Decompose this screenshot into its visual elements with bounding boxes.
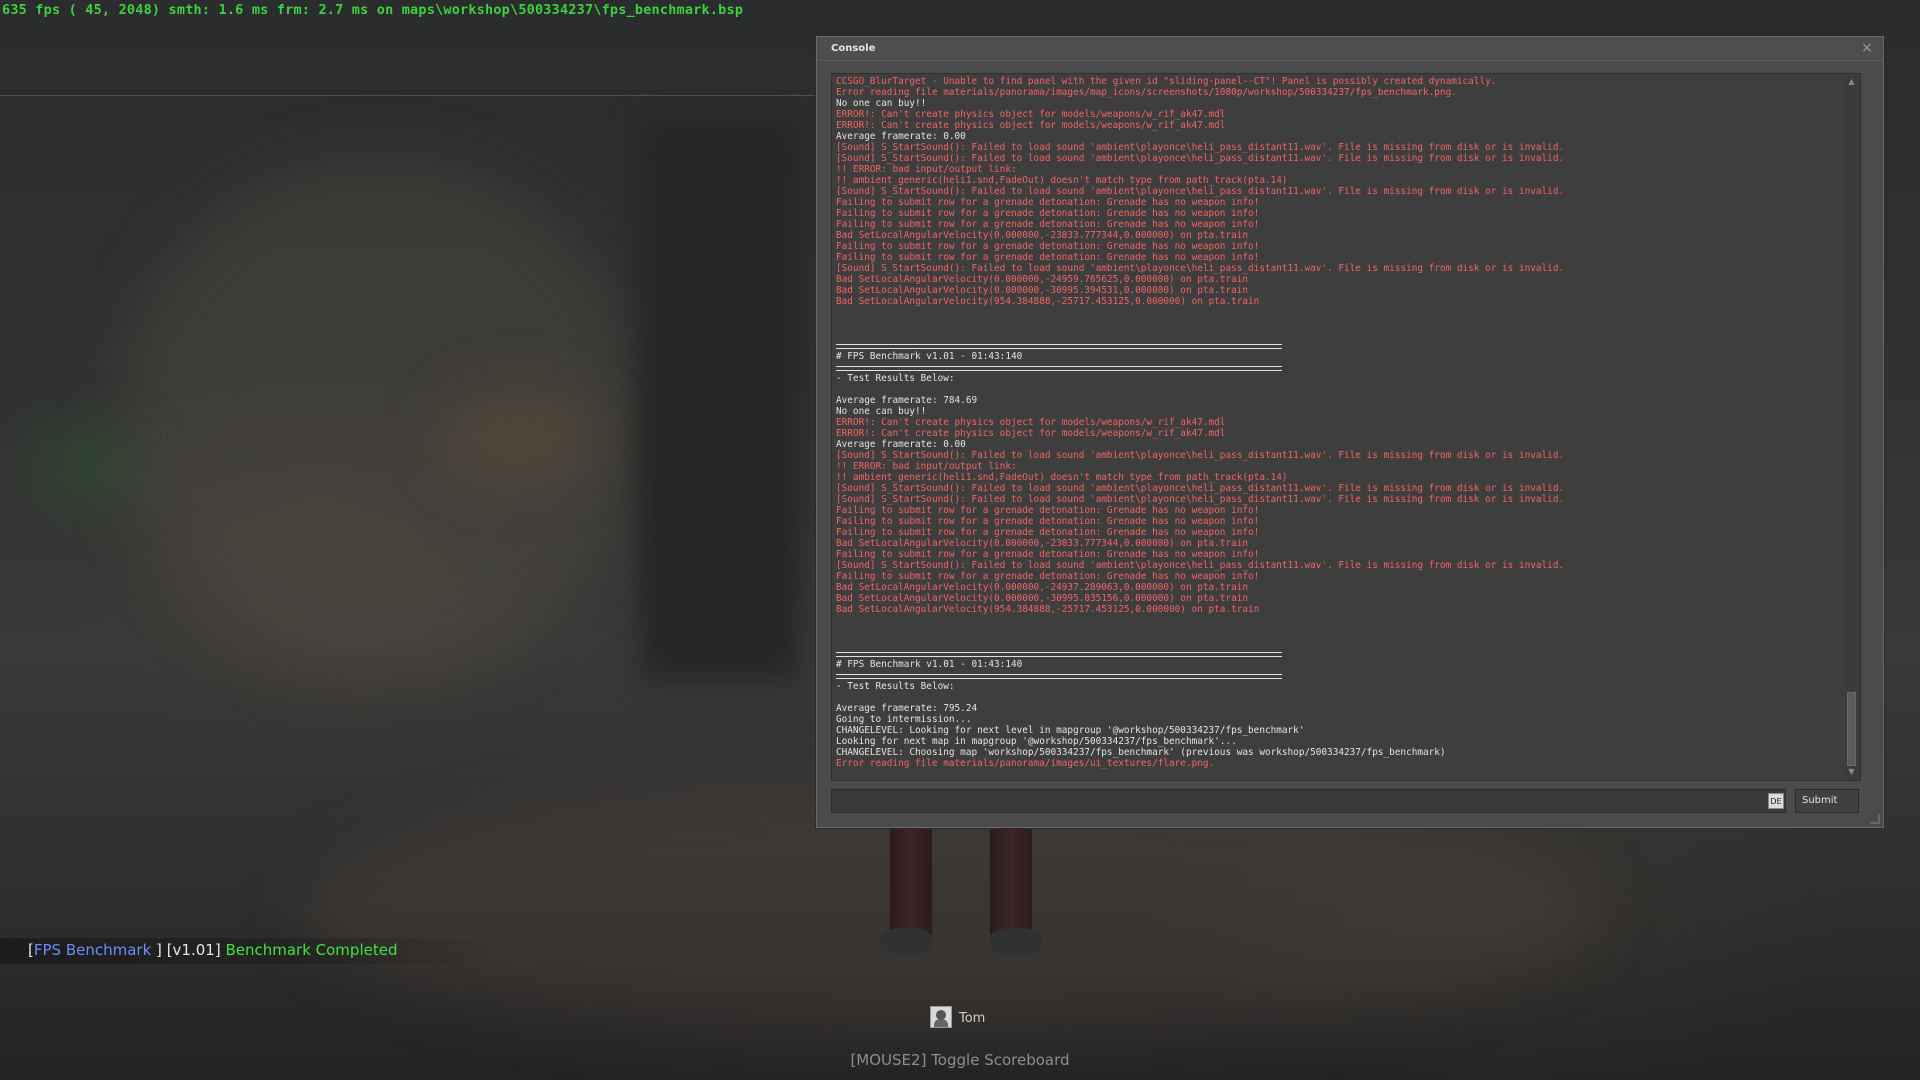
console-line: Looking for next map in mapgroup '@works… — [836, 736, 1237, 747]
console-error-line: [Sound] S_StartSound(): Failed to load s… — [836, 450, 1565, 461]
background-glow-green — [40, 430, 130, 500]
console-error-line: Failing to submit row for a grenade deto… — [836, 505, 1260, 516]
console-window[interactable]: Console × CCSGO_BlurTarget - Unable to f… — [816, 36, 1884, 828]
console-error-line: Error reading file materials/panorama/im… — [836, 87, 1457, 98]
console-error-line: Bad SetLocalAngularVelocity(0.000000,-23… — [836, 538, 1249, 549]
console-input[interactable] — [831, 789, 1786, 813]
console-scrollbar[interactable]: ▲ ▼ — [1845, 76, 1858, 778]
scroll-up-icon[interactable]: ▲ — [1845, 76, 1858, 88]
console-log[interactable]: CCSGO_BlurTarget - Unable to find panel … — [831, 73, 1861, 781]
console-log-text: CCSGO_BlurTarget - Unable to find panel … — [836, 76, 1840, 778]
console-error-line: Bad SetLocalAngularVelocity(0.000000,-24… — [836, 274, 1249, 285]
resize-grip-icon[interactable] — [1870, 814, 1880, 824]
console-error-line: [Sound] S_StartSound(): Failed to load s… — [836, 494, 1565, 505]
console-separator — [836, 340, 1840, 351]
benchmark-status: [FPS Benchmark ] [v1.01] Benchmark Compl… — [28, 941, 397, 959]
benchmark-name: FPS Benchmark — [33, 941, 152, 959]
console-error-line: [Sound] S_StartSound(): Failed to load s… — [836, 560, 1565, 571]
console-error-line: Failing to submit row for a grenade deto… — [836, 516, 1260, 527]
benchmark-version: [v1.01] — [166, 941, 221, 959]
console-error-line: Failing to submit row for a grenade deto… — [836, 571, 1260, 582]
player-model-left-shoe — [880, 928, 932, 954]
console-line: No one can buy!! — [836, 406, 927, 417]
player-name: Tom — [959, 1011, 986, 1026]
console-error-line: ERROR!: Can't create physics object for … — [836, 120, 1226, 131]
player-model-right-shoe — [990, 928, 1042, 954]
console-error-line: !! ERROR: bad input/output link: — [836, 164, 1017, 175]
console-line: - Test Results Below: — [836, 373, 955, 384]
player-model — [880, 828, 1050, 963]
player-model-right-leg — [990, 828, 1032, 936]
background-pillar — [640, 120, 800, 680]
console-error-line: ERROR!: Can't create physics object for … — [836, 109, 1226, 120]
benchmark-completed-label: Benchmark Completed — [225, 941, 398, 959]
player-model-left-leg — [890, 828, 932, 936]
console-error-line: [Sound] S_StartSound(): Failed to load s… — [836, 142, 1565, 153]
console-separator — [836, 648, 1840, 659]
console-error-line: Error reading file materials/panorama/im… — [836, 758, 1215, 769]
console-error-line: !! ambient_generic(heli1.snd,FadeOut) do… — [836, 175, 1288, 186]
console-error-line: Failing to submit row for a grenade deto… — [836, 208, 1260, 219]
console-error-line: Failing to submit row for a grenade deto… — [836, 219, 1260, 230]
console-line: Average framerate: 795.24 — [836, 703, 978, 714]
console-error-line: [Sound] S_StartSound(): Failed to load s… — [836, 186, 1565, 197]
console-line: # FPS Benchmark v1.01 - 01:43:140 — [836, 659, 1023, 670]
console-line: Average framerate: 0.00 — [836, 439, 966, 450]
background-glow-warm — [440, 390, 600, 480]
console-line: # FPS Benchmark v1.01 - 01:43:140 — [836, 351, 1023, 362]
console-error-line: Bad SetLocalAngularVelocity(0.000000,-24… — [836, 582, 1249, 593]
console-title: Console — [831, 43, 876, 54]
background-horizon-line — [0, 95, 820, 96]
console-error-line: Failing to submit row for a grenade deto… — [836, 527, 1260, 538]
console-error-line: Bad SetLocalAngularVelocity(954.384888,-… — [836, 604, 1260, 615]
console-error-line: [Sound] S_StartSound(): Failed to load s… — [836, 153, 1565, 164]
keyboard-layout-badge: DE — [1768, 793, 1784, 809]
console-error-line: Failing to submit row for a grenade deto… — [836, 252, 1260, 263]
console-separator — [836, 670, 1840, 681]
console-line: No one can buy!! — [836, 98, 927, 109]
console-error-line: Failing to submit row for a grenade deto… — [836, 241, 1260, 252]
console-separator — [836, 362, 1840, 373]
console-titlebar[interactable]: Console × — [817, 37, 1883, 61]
console-line: CHANGELEVEL: Choosing map 'workshop/5003… — [836, 747, 1446, 758]
console-error-line: CCSGO_BlurTarget - Unable to find panel … — [836, 76, 1497, 87]
console-error-line: [Sound] S_StartSound(): Failed to load s… — [836, 483, 1565, 494]
console-line: Average framerate: 0.00 — [836, 131, 966, 142]
console-line: Average framerate: 784.69 — [836, 395, 978, 406]
scoreboard-hint: [MOUSE2] Toggle Scoreboard — [850, 1051, 1070, 1069]
console-error-line: !! ERROR: bad input/output link: — [836, 461, 1017, 472]
console-error-line: Bad SetLocalAngularVelocity(0.000000,-30… — [836, 593, 1249, 604]
console-line: - Test Results Below: — [836, 681, 955, 692]
console-line: CHANGELEVEL: Looking for next level in m… — [836, 725, 1305, 736]
console-error-line: Failing to submit row for a grenade deto… — [836, 549, 1260, 560]
submit-button[interactable]: Submit — [1795, 789, 1859, 813]
console-error-line: Bad SetLocalAngularVelocity(0.000000,-30… — [836, 285, 1249, 296]
console-body: CCSGO_BlurTarget - Unable to find panel … — [831, 73, 1861, 817]
console-line: Going to intermission... — [836, 714, 972, 725]
console-error-line: Failing to submit row for a grenade deto… — [836, 197, 1260, 208]
close-icon[interactable]: × — [1859, 40, 1875, 56]
console-error-line: !! ambient_generic(heli1.snd,FadeOut) do… — [836, 472, 1288, 483]
player-avatar — [930, 1006, 952, 1028]
console-error-line: ERROR!: Can't create physics object for … — [836, 417, 1226, 428]
console-error-line: [Sound] S_StartSound(): Failed to load s… — [836, 263, 1565, 274]
scroll-thumb[interactable] — [1847, 692, 1856, 766]
console-error-line: Bad SetLocalAngularVelocity(954.384888,-… — [836, 296, 1260, 307]
scroll-down-icon[interactable]: ▼ — [1845, 766, 1858, 778]
console-error-line: Bad SetLocalAngularVelocity(0.000000,-23… — [836, 230, 1249, 241]
console-error-line: ERROR!: Can't create physics object for … — [836, 428, 1226, 439]
fps-counter: 635 fps ( 45, 2048) smth: 1.6 ms frm: 2.… — [2, 2, 744, 18]
